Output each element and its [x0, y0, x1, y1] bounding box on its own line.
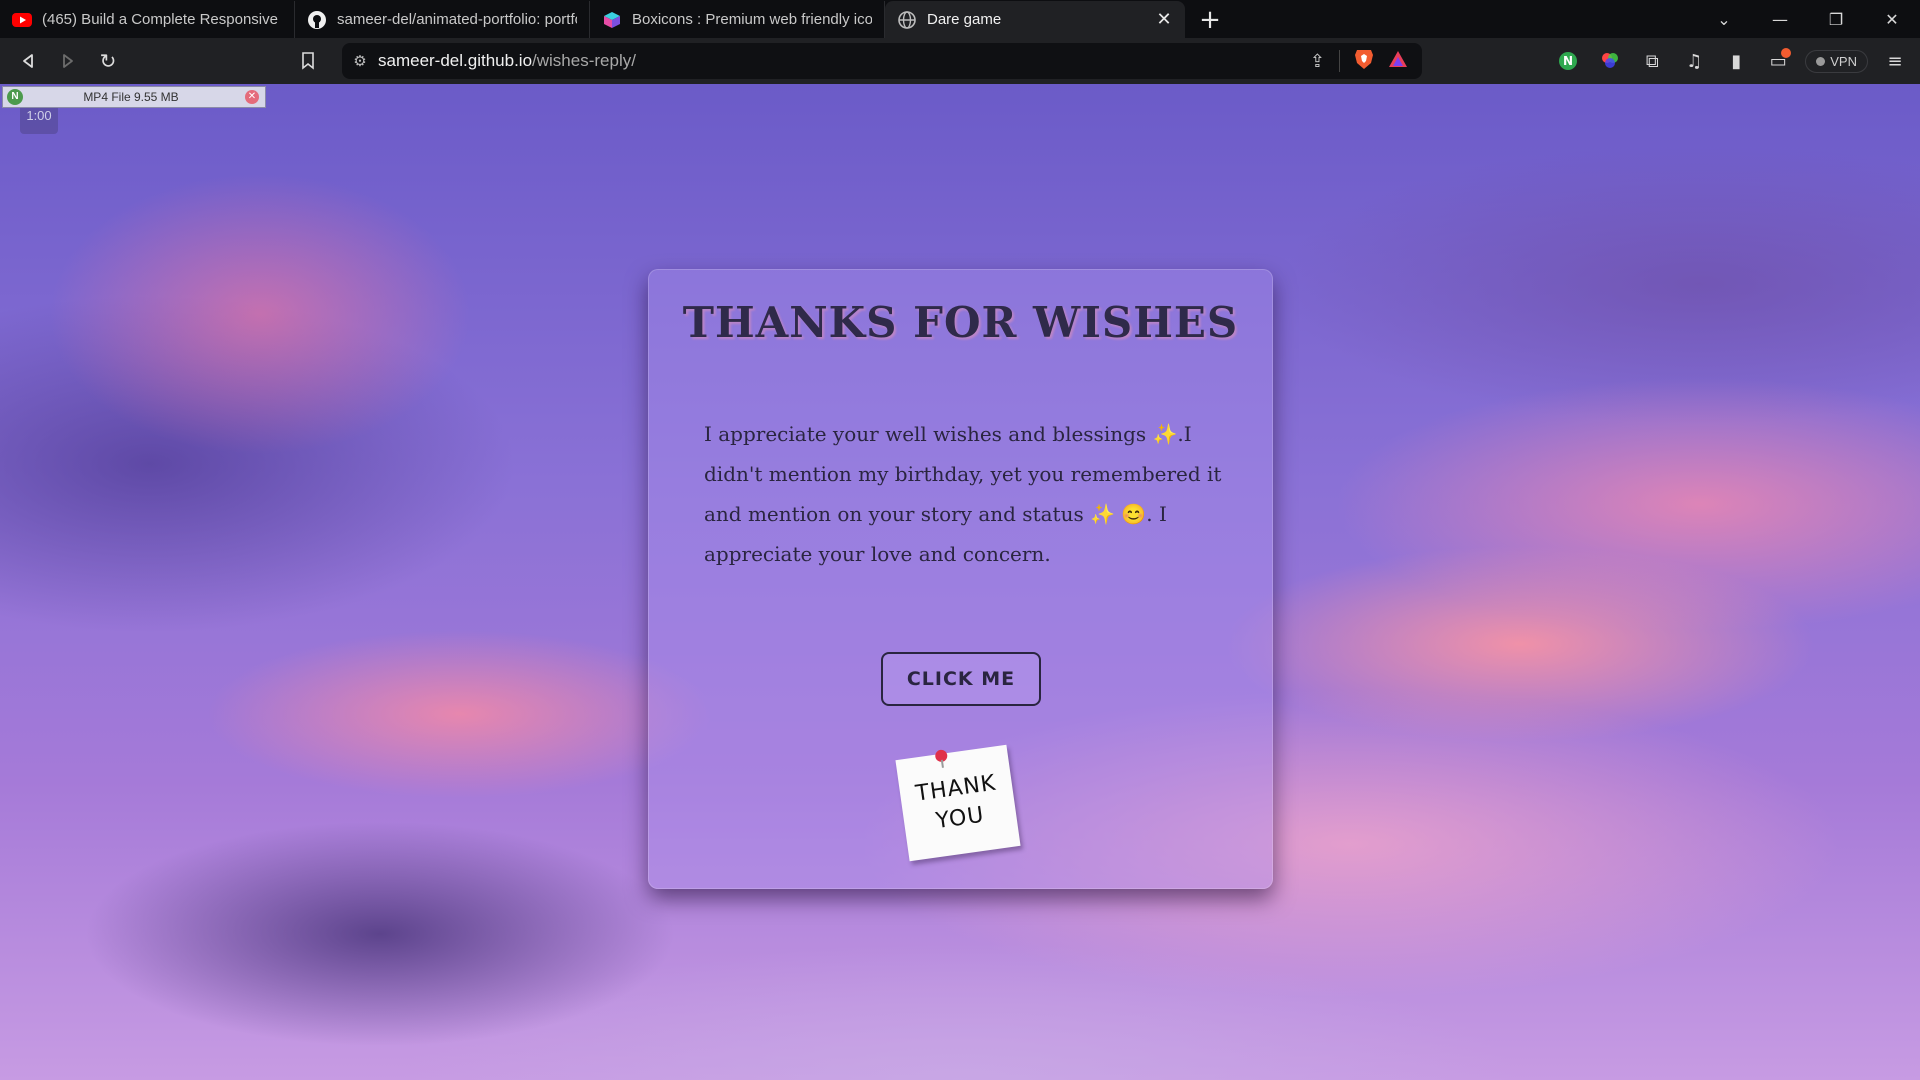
pushpin-icon — [934, 749, 949, 763]
globe-icon — [897, 10, 917, 30]
thank-you-sticky-note: THANK YOU — [895, 744, 1021, 862]
bookmark-button[interactable] — [288, 41, 328, 81]
share-icon[interactable]: ⇪ — [1310, 51, 1325, 72]
download-extension-icon: N — [7, 89, 23, 105]
reload-button[interactable]: ↻ — [88, 41, 128, 81]
color-picker-extension-icon[interactable] — [1591, 42, 1629, 80]
brave-shields-icon[interactable] — [1354, 48, 1374, 74]
close-download-icon[interactable]: ✕ — [245, 90, 259, 104]
tab-youtube[interactable]: (465) Build a Complete Responsive Per — [0, 1, 295, 38]
svg-text:N: N — [1563, 54, 1573, 68]
download-label: MP4 File 9.55 MB — [83, 90, 179, 104]
address-bar[interactable]: ⚙ sameer-del.github.io/wishes-reply/ ⇪ — [342, 43, 1422, 79]
window-controls: ⌄ — ❐ ✕ — [1696, 0, 1920, 38]
url-text[interactable]: sameer-del.github.io/wishes-reply/ — [378, 51, 1310, 71]
sticky-note-text: THANK YOU — [899, 766, 1018, 841]
tab-github[interactable]: sameer-del/animated-portfolio: portfo — [295, 1, 590, 38]
minimize-button[interactable]: — — [1752, 0, 1808, 38]
menu-hamburger-icon[interactable]: ≡ — [1876, 42, 1914, 80]
close-tab-icon[interactable]: ✕ — [1155, 9, 1173, 30]
wallet-notification-icon[interactable]: ▭ — [1759, 42, 1797, 80]
restore-button[interactable]: ❐ — [1808, 0, 1864, 38]
forward-arrow-icon — [63, 54, 73, 68]
forward-button[interactable] — [48, 41, 88, 81]
brave-rewards-icon[interactable] — [1388, 50, 1408, 72]
site-settings-icon[interactable]: ⚙ — [342, 52, 378, 70]
timer-text: 1:00 — [26, 107, 52, 123]
toolbar-extensions: N ⧉ ♫ ▮ ▭ VPN ≡ — [1549, 38, 1920, 84]
youtube-icon — [12, 10, 32, 30]
puzzle-extensions-icon[interactable]: ⧉ — [1633, 42, 1671, 80]
extension-n-icon[interactable]: N — [1549, 42, 1587, 80]
tab-strip: (465) Build a Complete Responsive Per sa… — [0, 0, 1920, 38]
new-tab-button[interactable]: + — [1185, 1, 1235, 38]
url-host: sameer-del.github.io — [378, 51, 533, 70]
github-icon — [307, 10, 327, 30]
vpn-status-icon — [1816, 56, 1826, 66]
message-text: I appreciate your well wishes and blessi… — [704, 422, 1222, 566]
url-path: /wishes-reply/ — [532, 51, 636, 70]
close-window-button[interactable]: ✕ — [1864, 0, 1920, 38]
tab-label: (465) Build a Complete Responsive Per — [42, 11, 282, 28]
reload-icon: ↻ — [99, 49, 117, 73]
tab-label: Dare game — [927, 11, 1002, 28]
tab-label: sameer-del/animated-portfolio: portfo — [337, 11, 577, 28]
back-arrow-icon — [23, 54, 33, 68]
browser-toolbar: ↻ ⚙ sameer-del.github.io/wishes-reply/ ⇪… — [0, 38, 1920, 84]
tab-dare-game[interactable]: Dare game ✕ — [885, 1, 1185, 38]
vpn-button[interactable]: VPN — [1801, 42, 1872, 80]
wishes-card: THANKS FOR WISHES I appreciate your well… — [648, 269, 1273, 889]
boxicons-icon — [602, 10, 622, 30]
tab-label: Boxicons : Premium web friendly icon — [632, 11, 872, 28]
tab-search-chevron-icon[interactable]: ⌄ — [1696, 0, 1752, 38]
vpn-label: VPN — [1830, 53, 1857, 69]
page-viewport: 1:00 N MP4 File 9.55 MB ✕ THANKS FOR WIS… — [0, 84, 1920, 1080]
sidebar-toggle-icon[interactable]: ▮ — [1717, 42, 1755, 80]
page-title: THANKS FOR WISHES — [682, 298, 1239, 347]
media-music-icon[interactable]: ♫ — [1675, 42, 1713, 80]
tab-boxicons[interactable]: Boxicons : Premium web friendly icon — [590, 1, 885, 38]
bookmark-icon — [302, 52, 314, 70]
click-me-button[interactable]: CLICK ME — [881, 652, 1041, 706]
download-chip[interactable]: N MP4 File 9.55 MB ✕ — [2, 86, 266, 108]
back-button[interactable] — [8, 41, 48, 81]
